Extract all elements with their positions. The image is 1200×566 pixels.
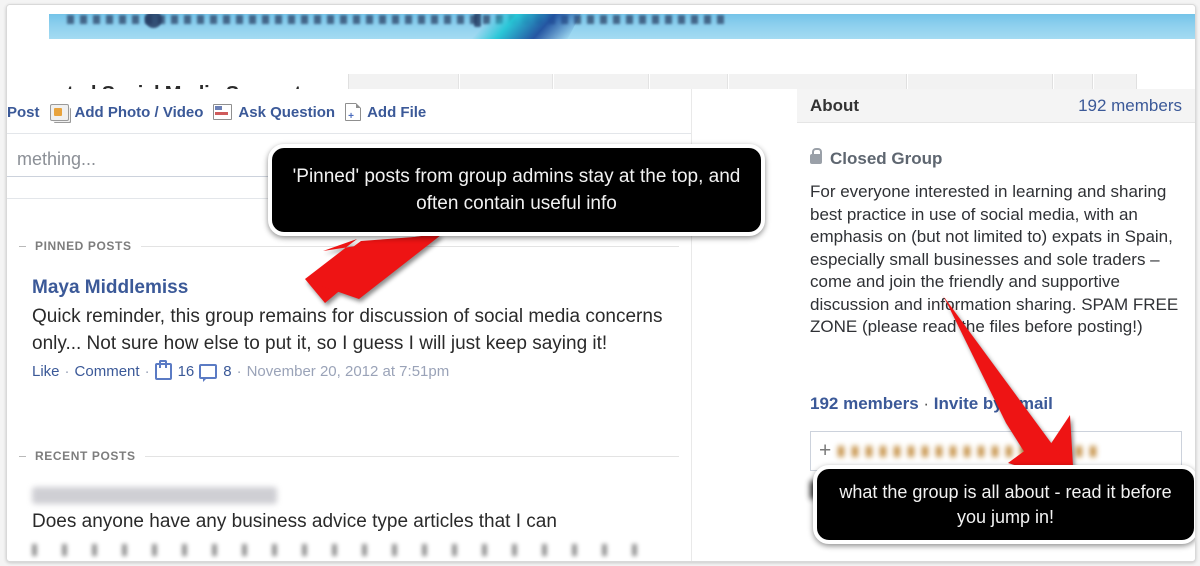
question-poll-icon — [213, 104, 233, 120]
about-members-link[interactable]: 192 members — [1078, 96, 1182, 116]
cover-photo-blurred-text — [67, 15, 727, 24]
cover-photo-image[interactable] — [49, 14, 1195, 39]
add-photo-video-button[interactable]: Add Photo / Video — [49, 103, 204, 121]
composer-placeholder: mething... — [17, 148, 97, 169]
annotation-arrow-1 — [305, 233, 441, 303]
add-photo-video-label: Add Photo / Video — [74, 103, 204, 121]
ask-question-button[interactable]: Ask Question — [213, 104, 335, 121]
section-rule-2 — [144, 455, 679, 457]
comment-count[interactable]: 8 — [223, 363, 231, 380]
add-file-label: Add File — [367, 103, 427, 121]
group-header-bar: nnected Social Media Support Members Eve… — [7, 39, 1195, 122]
meta-separator-1: · — [64, 363, 70, 380]
composer-tabs: Post Add Photo / Video Ask Question Add … — [7, 103, 427, 122]
cover-photo-graphic — [415, 14, 585, 39]
comment-link[interactable]: Comment — [75, 363, 140, 380]
like-count[interactable]: 16 — [178, 363, 195, 380]
recent-post: Does anyone have any business advice typ… — [32, 487, 682, 535]
recent-post-cutoff-text — [32, 544, 652, 556]
recent-post-body: Does anyone have any business advice typ… — [32, 511, 557, 532]
plus-icon-add-people: + — [819, 439, 832, 462]
meta-separator-3: · — [236, 363, 242, 380]
recent-post-author-redacted[interactable] — [32, 487, 277, 504]
browser-content-frame: nnected Social Media Support Members Eve… — [6, 4, 1196, 562]
section-dash-2 — [19, 455, 26, 457]
add-file-button[interactable]: Add File — [345, 103, 427, 122]
pinned-posts-label: PINNED POSTS — [35, 239, 132, 253]
about-header: About 192 members — [797, 89, 1195, 123]
annotation-arrow-2 — [942, 295, 1074, 483]
like-link[interactable]: Like — [32, 363, 60, 380]
group-privacy-label: Closed Group — [830, 149, 943, 168]
thumbs-up-icon — [154, 360, 172, 380]
pinned-post-meta: Like · Comment · 16 8 · November 20, 201… — [32, 360, 682, 382]
annotation-callout-pinned-posts: 'Pinned' posts from group admins stay at… — [268, 144, 765, 236]
photo-icon — [49, 103, 69, 121]
members-separator: · — [918, 394, 934, 413]
cover-photo-blur-blob — [145, 14, 162, 28]
group-privacy: Closed Group — [810, 148, 943, 169]
screenshot-root: nnected Social Media Support Members Eve… — [0, 0, 1200, 566]
cover-photo-area — [7, 5, 1195, 39]
pinned-post-timestamp[interactable]: November 20, 2012 at 7:51pm — [247, 363, 450, 380]
ask-question-label: Ask Question — [238, 103, 336, 121]
meta-separator-2: · — [144, 363, 150, 380]
file-icon — [345, 103, 362, 122]
lock-icon — [810, 148, 822, 164]
recent-posts-label: RECENT POSTS — [35, 449, 136, 463]
about-title: About — [810, 95, 860, 115]
recent-posts-section-header: RECENT POSTS — [19, 449, 679, 463]
comment-bubble-icon — [199, 364, 218, 382]
annotation-callout-about-group: what the group is all about - read it be… — [813, 465, 1195, 544]
composer-post-tab[interactable]: Post — [7, 104, 40, 121]
members-count-label[interactable]: 192 members — [810, 394, 919, 413]
section-dash — [19, 245, 26, 247]
